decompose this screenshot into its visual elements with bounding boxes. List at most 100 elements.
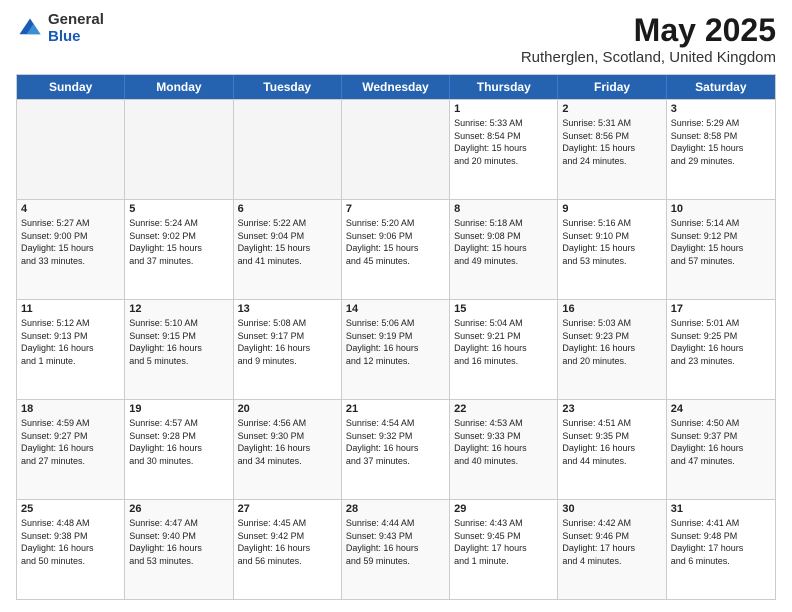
day-number: 11 — [21, 303, 120, 315]
header-day-saturday: Saturday — [667, 75, 775, 99]
header-day-friday: Friday — [558, 75, 666, 99]
day-number: 7 — [346, 203, 445, 215]
calendar-cell: 12 Sunrise: 5:10 AM Sunset: 9:15 PM Dayli… — [125, 300, 233, 399]
day-info: Sunrise: 5:29 AM Sunset: 8:58 PM Dayligh… — [671, 117, 771, 167]
day-number: 25 — [21, 503, 120, 515]
subtitle: Rutherglen, Scotland, United Kingdom — [521, 49, 776, 66]
calendar-cell: 18 Sunrise: 4:59 AM Sunset: 9:27 PM Dayli… — [17, 400, 125, 499]
header-day-thursday: Thursday — [450, 75, 558, 99]
calendar-row: 25 Sunrise: 4:48 AM Sunset: 9:38 PM Dayli… — [17, 499, 775, 599]
calendar-cell: 11 Sunrise: 5:12 AM Sunset: 9:13 PM Dayli… — [17, 300, 125, 399]
day-info: Sunrise: 4:50 AM Sunset: 9:37 PM Dayligh… — [671, 417, 771, 467]
calendar-cell — [17, 100, 125, 199]
day-info: Sunrise: 5:27 AM Sunset: 9:00 PM Dayligh… — [21, 217, 120, 267]
day-info: Sunrise: 5:33 AM Sunset: 8:54 PM Dayligh… — [454, 117, 553, 167]
day-info: Sunrise: 4:57 AM Sunset: 9:28 PM Dayligh… — [129, 417, 228, 467]
calendar-cell: 10Sunrise: 5:14 AM Sunset: 9:12 PM Dayli… — [667, 200, 775, 299]
day-info: Sunrise: 5:16 AM Sunset: 9:10 PM Dayligh… — [562, 217, 661, 267]
calendar-cell: 13 Sunrise: 5:08 AM Sunset: 9:17 PM Dayli… — [234, 300, 342, 399]
day-number: 3 — [671, 103, 771, 115]
calendar-row: 18 Sunrise: 4:59 AM Sunset: 9:27 PM Dayli… — [17, 399, 775, 499]
title-area: May 2025 Rutherglen, Scotland, United Ki… — [521, 12, 776, 66]
day-info: Sunrise: 4:41 AM Sunset: 9:48 PM Dayligh… — [671, 517, 771, 567]
main-title: May 2025 — [521, 12, 776, 49]
logo-text: General Blue — [48, 12, 104, 45]
day-number: 23 — [562, 403, 661, 415]
day-info: Sunrise: 5:01 AM Sunset: 9:25 PM Dayligh… — [671, 317, 771, 367]
day-number: 9 — [562, 203, 661, 215]
day-number: 14 — [346, 303, 445, 315]
calendar-cell: 24 Sunrise: 4:50 AM Sunset: 9:37 PM Dayli… — [667, 400, 775, 499]
calendar-cell: 6Sunrise: 5:22 AM Sunset: 9:04 PM Daylig… — [234, 200, 342, 299]
day-number: 5 — [129, 203, 228, 215]
logo-general-text: General — [48, 12, 104, 29]
header-day-wednesday: Wednesday — [342, 75, 450, 99]
calendar-cell: 16Sunrise: 5:03 AM Sunset: 9:23 PM Dayli… — [558, 300, 666, 399]
day-info: Sunrise: 5:10 AM Sunset: 9:15 PM Dayligh… — [129, 317, 228, 367]
day-number: 20 — [238, 403, 337, 415]
day-info: Sunrise: 5:18 AM Sunset: 9:08 PM Dayligh… — [454, 217, 553, 267]
logo: General Blue — [16, 12, 104, 45]
day-number: 16 — [562, 303, 661, 315]
day-info: Sunrise: 5:22 AM Sunset: 9:04 PM Dayligh… — [238, 217, 337, 267]
calendar-cell: 29Sunrise: 4:43 AM Sunset: 9:45 PM Dayli… — [450, 500, 558, 599]
header: General Blue May 2025 Rutherglen, Scotla… — [16, 12, 776, 66]
day-info: Sunrise: 4:47 AM Sunset: 9:40 PM Dayligh… — [129, 517, 228, 567]
calendar-row: 4 Sunrise: 5:27 AM Sunset: 9:00 PM Daylig… — [17, 199, 775, 299]
day-number: 4 — [21, 203, 120, 215]
calendar-cell — [125, 100, 233, 199]
day-number: 22 — [454, 403, 553, 415]
day-number: 10 — [671, 203, 771, 215]
day-info: Sunrise: 4:51 AM Sunset: 9:35 PM Dayligh… — [562, 417, 661, 467]
day-info: Sunrise: 5:12 AM Sunset: 9:13 PM Dayligh… — [21, 317, 120, 367]
day-number: 26 — [129, 503, 228, 515]
calendar-cell: 22Sunrise: 4:53 AM Sunset: 9:33 PM Dayli… — [450, 400, 558, 499]
day-info: Sunrise: 5:08 AM Sunset: 9:17 PM Dayligh… — [238, 317, 337, 367]
calendar-cell: 23 Sunrise: 4:51 AM Sunset: 9:35 PM Dayli… — [558, 400, 666, 499]
day-number: 24 — [671, 403, 771, 415]
day-number: 18 — [21, 403, 120, 415]
page: General Blue May 2025 Rutherglen, Scotla… — [0, 0, 792, 612]
day-info: Sunrise: 5:31 AM Sunset: 8:56 PM Dayligh… — [562, 117, 661, 167]
calendar-cell: 5 Sunrise: 5:24 AM Sunset: 9:02 PM Daylig… — [125, 200, 233, 299]
day-number: 13 — [238, 303, 337, 315]
calendar-cell: 7 Sunrise: 5:20 AM Sunset: 9:06 PM Daylig… — [342, 200, 450, 299]
calendar-body: 1 Sunrise: 5:33 AM Sunset: 8:54 PM Daylig… — [17, 99, 775, 599]
day-info: Sunrise: 4:44 AM Sunset: 9:43 PM Dayligh… — [346, 517, 445, 567]
calendar-cell: 28Sunrise: 4:44 AM Sunset: 9:43 PM Dayli… — [342, 500, 450, 599]
day-number: 21 — [346, 403, 445, 415]
day-info: Sunrise: 4:56 AM Sunset: 9:30 PM Dayligh… — [238, 417, 337, 467]
day-info: Sunrise: 4:48 AM Sunset: 9:38 PM Dayligh… — [21, 517, 120, 567]
calendar-cell: 20 Sunrise: 4:56 AM Sunset: 9:30 PM Dayli… — [234, 400, 342, 499]
day-info: Sunrise: 5:06 AM Sunset: 9:19 PM Dayligh… — [346, 317, 445, 367]
day-info: Sunrise: 5:04 AM Sunset: 9:21 PM Dayligh… — [454, 317, 553, 367]
calendar-cell: 9 Sunrise: 5:16 AM Sunset: 9:10 PM Daylig… — [558, 200, 666, 299]
calendar-cell: 19 Sunrise: 4:57 AM Sunset: 9:28 PM Dayli… — [125, 400, 233, 499]
day-number: 31 — [671, 503, 771, 515]
header-day-monday: Monday — [125, 75, 233, 99]
day-number: 17 — [671, 303, 771, 315]
calendar-cell: 1 Sunrise: 5:33 AM Sunset: 8:54 PM Daylig… — [450, 100, 558, 199]
calendar-cell: 21Sunrise: 4:54 AM Sunset: 9:32 PM Dayli… — [342, 400, 450, 499]
logo-blue-text: Blue — [48, 29, 104, 46]
day-info: Sunrise: 4:45 AM Sunset: 9:42 PM Dayligh… — [238, 517, 337, 567]
day-number: 1 — [454, 103, 553, 115]
day-info: Sunrise: 4:43 AM Sunset: 9:45 PM Dayligh… — [454, 517, 553, 567]
day-number: 19 — [129, 403, 228, 415]
calendar-cell: 26 Sunrise: 4:47 AM Sunset: 9:40 PM Dayli… — [125, 500, 233, 599]
day-number: 2 — [562, 103, 661, 115]
day-info: Sunrise: 5:24 AM Sunset: 9:02 PM Dayligh… — [129, 217, 228, 267]
calendar-cell: 17 Sunrise: 5:01 AM Sunset: 9:25 PM Dayli… — [667, 300, 775, 399]
calendar-cell: 15Sunrise: 5:04 AM Sunset: 9:21 PM Dayli… — [450, 300, 558, 399]
day-info: Sunrise: 4:42 AM Sunset: 9:46 PM Dayligh… — [562, 517, 661, 567]
calendar-row: 11 Sunrise: 5:12 AM Sunset: 9:13 PM Dayli… — [17, 299, 775, 399]
calendar-cell: 14 Sunrise: 5:06 AM Sunset: 9:19 PM Dayli… — [342, 300, 450, 399]
logo-icon — [16, 15, 44, 43]
calendar-header: SundayMondayTuesdayWednesdayThursdayFrid… — [17, 75, 775, 99]
calendar-row: 1 Sunrise: 5:33 AM Sunset: 8:54 PM Daylig… — [17, 99, 775, 199]
day-number: 12 — [129, 303, 228, 315]
day-info: Sunrise: 5:20 AM Sunset: 9:06 PM Dayligh… — [346, 217, 445, 267]
day-info: Sunrise: 4:59 AM Sunset: 9:27 PM Dayligh… — [21, 417, 120, 467]
calendar-cell: 27Sunrise: 4:45 AM Sunset: 9:42 PM Dayli… — [234, 500, 342, 599]
calendar: SundayMondayTuesdayWednesdayThursdayFrid… — [16, 74, 776, 600]
